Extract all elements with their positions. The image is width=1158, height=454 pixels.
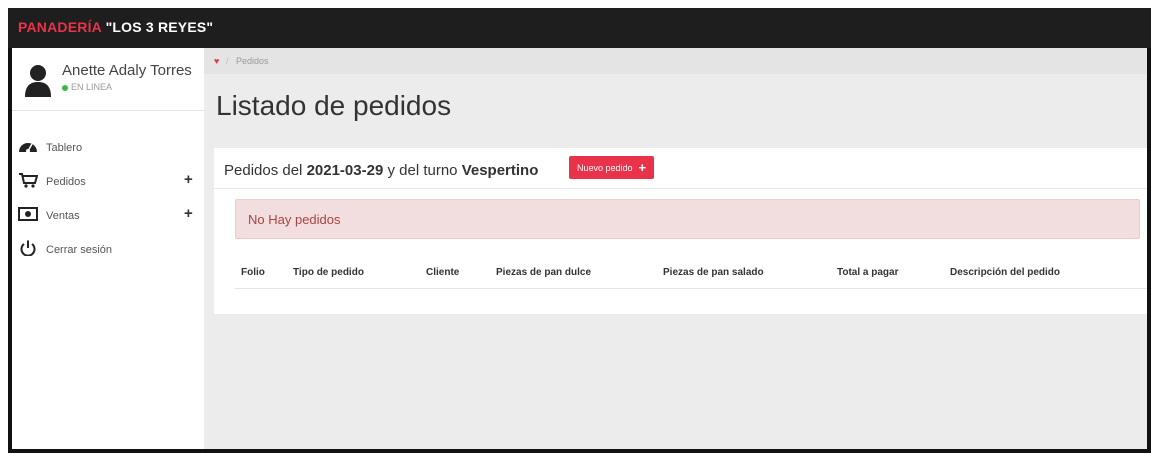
sidebar: Anette Adaly Torres EN LINEA Tablero Ped… [12, 48, 204, 449]
sidebar-item-ventas[interactable]: Ventas + [12, 202, 204, 236]
sidebar-item-label: Ventas [46, 210, 80, 222]
column-header-total[interactable]: Total a pagar [837, 267, 899, 278]
money-icon [18, 207, 38, 221]
panel-heading-prefix: Pedidos del [224, 162, 307, 179]
breadcrumb: ♥ / Pedidos [204, 48, 1147, 74]
panel-heading-middle: y del turno [383, 162, 462, 179]
column-header-tipo[interactable]: Tipo de pedido [293, 267, 364, 278]
top-navbar: PANADERÍA "LOS 3 REYES" [8, 8, 1151, 48]
cart-icon [19, 173, 38, 188]
column-header-descripcion[interactable]: Descripción del pedido [950, 267, 1060, 278]
sidebar-item-label: Cerrar sesión [46, 244, 113, 256]
user-avatar-icon [25, 65, 51, 97]
page-title: Listado de pedidos [216, 90, 452, 121]
alert-message: No Hay pedidos [248, 212, 341, 227]
panel-header: Pedidos del 2021-03-29 y del turno Vespe… [214, 148, 1147, 189]
empty-orders-alert: No Hay pedidos [235, 199, 1140, 239]
column-header-pan-dulce[interactable]: Piezas de pan dulce [496, 267, 591, 278]
column-header-pan-salado[interactable]: Piezas de pan salado [663, 267, 764, 278]
sidebar-item-tablero[interactable]: Tablero [12, 134, 204, 168]
panel-date: 2021-03-29 [306, 162, 384, 179]
new-order-button[interactable]: Nuevo pedido + [569, 156, 655, 179]
app-frame: PANADERÍA "LOS 3 REYES" Anette Adaly Tor… [8, 8, 1151, 453]
brand-name-part1: PANADERÍA [18, 19, 102, 35]
sidebar-item-pedidos[interactable]: Pedidos + [12, 168, 204, 202]
expand-plus-icon[interactable]: + [184, 205, 193, 222]
panel-shift: Vespertino [461, 162, 539, 179]
sidebar-menu: Tablero Pedidos + Ventas + Cerrar sesión [12, 134, 204, 270]
user-status: EN LINEA [62, 82, 112, 92]
main-content: ♥ / Pedidos Listado de pedidos Pedidos d… [204, 48, 1147, 449]
brand-logo[interactable]: PANADERÍA "LOS 3 REYES" [18, 19, 213, 35]
home-icon[interactable]: ♥ [214, 56, 219, 66]
sidebar-item-cerrar-sesion[interactable]: Cerrar sesión [12, 236, 204, 270]
online-dot-icon [62, 84, 68, 91]
panel-heading: Pedidos del 2021-03-29 y del turno Vespe… [224, 162, 538, 179]
orders-panel: Pedidos del 2021-03-29 y del turno Vespe… [214, 148, 1147, 314]
column-header-cliente[interactable]: Cliente [426, 267, 459, 278]
user-panel: Anette Adaly Torres EN LINEA [12, 48, 204, 111]
plus-icon: + [638, 160, 647, 175]
breadcrumb-separator: / [226, 56, 229, 66]
power-icon [20, 240, 36, 256]
sidebar-item-label: Tablero [46, 142, 83, 154]
user-status-label: EN LINEA [71, 82, 113, 92]
new-order-button-label: Nuevo pedido [577, 163, 633, 173]
orders-table: Folio Tipo de pedido Cliente Piezas de p… [235, 258, 1147, 289]
dashboard-icon [19, 143, 37, 153]
user-name: Anette Adaly Torres [62, 62, 192, 79]
breadcrumb-current: Pedidos [236, 56, 269, 66]
expand-plus-icon[interactable]: + [184, 171, 193, 188]
brand-name-part2: "LOS 3 REYES" [105, 19, 214, 35]
column-header-folio[interactable]: Folio [241, 267, 265, 278]
sidebar-item-label: Pedidos [46, 176, 86, 188]
